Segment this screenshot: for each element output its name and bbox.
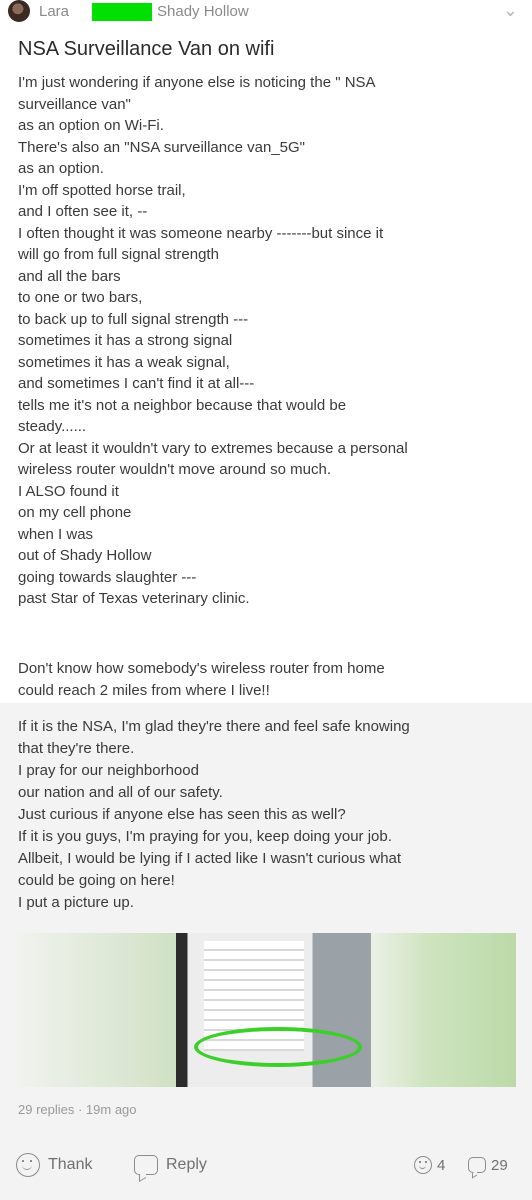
body-line: I put a picture up. bbox=[18, 894, 134, 911]
body-line: If it is you guys, I'm praying for you, … bbox=[18, 828, 392, 845]
post-body-paragraph-3: If it is the NSA, I'm glad they're there… bbox=[18, 716, 523, 914]
body-line: sometimes it has a strong signal bbox=[18, 332, 233, 349]
body-line: Or at least it wouldn't vary to extremes… bbox=[18, 439, 408, 457]
body-line: Allbeit, I would be lying if I acted lik… bbox=[18, 850, 402, 867]
body-line: out of Shady Hollow bbox=[18, 547, 152, 564]
body-line: on my cell phone bbox=[18, 504, 132, 521]
thank-count-value: 4 bbox=[437, 1156, 446, 1174]
body-line: could be going on here! bbox=[18, 872, 175, 889]
thank-label: Thank bbox=[48, 1156, 93, 1173]
smiley-icon bbox=[414, 1156, 432, 1174]
avatar[interactable] bbox=[8, 0, 30, 22]
thank-count[interactable]: 4 bbox=[414, 1152, 445, 1178]
body-line: I often thought it was someone nearby --… bbox=[18, 224, 384, 242]
author-name[interactable]: Lara bbox=[39, 3, 69, 20]
post-page: Lara Shady Hollow ⌄ NSA Surveillance Van… bbox=[0, 0, 532, 1200]
body-line: Just curious if anyone else has seen thi… bbox=[18, 806, 346, 823]
reply-count-value: 29 bbox=[491, 1156, 508, 1174]
body-line: as an option. bbox=[18, 160, 104, 177]
group-name[interactable]: Shady Hollow bbox=[157, 3, 249, 20]
body-line: steady...... bbox=[18, 418, 87, 435]
body-line: I pray for our neighborhood bbox=[18, 762, 199, 779]
attached-photo[interactable] bbox=[16, 933, 516, 1087]
highlight-circle bbox=[194, 1027, 362, 1067]
body-line: I ALSO found it bbox=[18, 482, 119, 500]
body-line: and all the bars bbox=[18, 267, 121, 285]
smiley-icon bbox=[16, 1153, 40, 1177]
body-line: wireless router wouldn't move around so … bbox=[18, 461, 332, 478]
body-line: There's also an "NSA surveillance van_5G… bbox=[18, 138, 305, 156]
action-bar: Thank Reply 4 29 bbox=[0, 1148, 532, 1184]
body-line: tells me it's not a neighbor because tha… bbox=[18, 396, 347, 414]
redaction-box bbox=[92, 3, 152, 21]
post-meta[interactable]: 29 replies · 19m ago bbox=[18, 1102, 137, 1117]
body-line: could reach 2 miles from where I live!! bbox=[18, 681, 270, 699]
body-line: I'm just wondering if anyone else is not… bbox=[18, 74, 376, 91]
post-body-paragraph-2: Don't know how somebody's wireless route… bbox=[18, 658, 518, 701]
body-line: will go from full signal strength bbox=[18, 246, 219, 263]
body-line: sometimes it has a weak signal, bbox=[18, 353, 230, 371]
body-line: that they're there. bbox=[18, 740, 135, 757]
chevron-down-icon[interactable]: ⌄ bbox=[503, 0, 518, 21]
body-line: I'm off spotted horse trail, bbox=[18, 181, 186, 199]
body-line: to one or two bars, bbox=[18, 289, 143, 306]
body-line: our nation and all of our safety. bbox=[18, 784, 223, 801]
body-line: to back up to full signal strength --- bbox=[18, 310, 249, 328]
post-title: NSA Surveillance Van on wifi bbox=[18, 38, 275, 60]
body-line: past Star of Texas veterinary clinic. bbox=[18, 590, 250, 607]
speech-bubble-icon bbox=[134, 1155, 158, 1175]
body-line: when I was bbox=[18, 525, 94, 543]
speech-bubble-icon bbox=[468, 1157, 486, 1173]
post-header: Lara Shady Hollow ⌄ bbox=[0, 0, 532, 30]
body-line: going towards slaughter --- bbox=[18, 568, 197, 586]
body-line: Don't know how somebody's wireless route… bbox=[18, 660, 385, 677]
thank-button[interactable]: Thank bbox=[16, 1152, 92, 1178]
reply-label: Reply bbox=[166, 1156, 207, 1173]
reply-count[interactable]: 29 bbox=[468, 1152, 508, 1178]
body-line: and I often see it, -- bbox=[18, 203, 148, 220]
body-line: If it is the NSA, I'm glad they're there… bbox=[18, 718, 410, 735]
body-line: and sometimes I can't find it at all--- bbox=[18, 375, 255, 392]
body-line: as an option on Wi-Fi. bbox=[18, 117, 164, 134]
body-line: surveillance van" bbox=[18, 95, 131, 113]
post-body: I'm just wondering if anyone else is not… bbox=[18, 72, 518, 610]
reply-button[interactable]: Reply bbox=[134, 1152, 207, 1178]
